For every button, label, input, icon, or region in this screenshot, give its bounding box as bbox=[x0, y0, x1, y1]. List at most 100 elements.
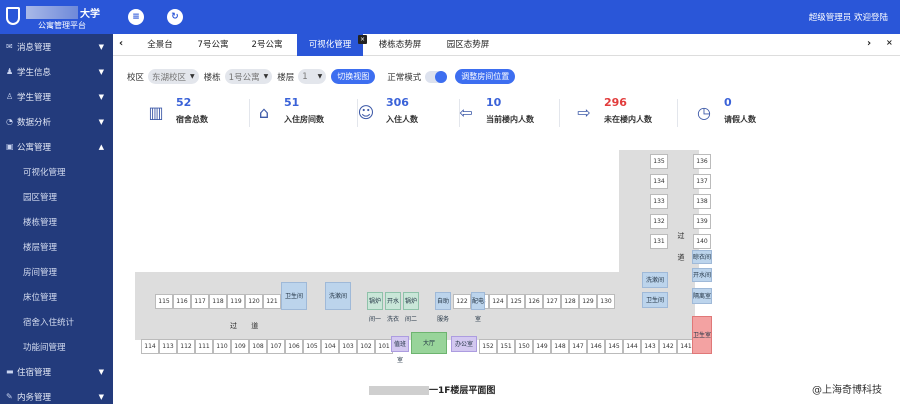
sidebar-item-1[interactable]: ♟ 学生信息 ▼ bbox=[0, 59, 113, 84]
sidebar-subitem-4[interactable]: 房间管理 bbox=[0, 259, 113, 284]
room-cell[interactable]: 113 bbox=[159, 339, 177, 354]
room-cell[interactable]: 124 bbox=[489, 294, 507, 309]
sidebar-item-4[interactable]: ▣ 公寓管理 ▲ bbox=[0, 134, 113, 159]
room-cell[interactable]: 152 bbox=[479, 339, 497, 354]
room-cell[interactable]: 139 bbox=[693, 214, 711, 229]
sidebar-subitem-3[interactable]: 楼层管理 bbox=[0, 234, 113, 259]
tab-building-2[interactable]: 2号公寓 bbox=[241, 34, 293, 56]
boiler-room-2[interactable]: 锅炉间二 bbox=[403, 292, 419, 323]
room-cell[interactable]: 132 bbox=[650, 214, 668, 229]
washroom-block[interactable]: 卫生间 bbox=[281, 282, 307, 310]
room-cell[interactable]: 130 bbox=[597, 294, 615, 309]
room-cell[interactable]: 114 bbox=[141, 339, 159, 354]
tab-close-icon[interactable]: × bbox=[358, 35, 367, 44]
room-cell[interactable]: 135 bbox=[650, 154, 668, 169]
room-cell[interactable]: 144 bbox=[623, 339, 641, 354]
water-room[interactable]: 开水洗衣 bbox=[385, 292, 401, 323]
room-cell[interactable]: 143 bbox=[641, 339, 659, 354]
sidebar-item-3[interactable]: ◔ 数据分析 ▼ bbox=[0, 109, 113, 134]
clinic-room[interactable]: 卫生室 bbox=[692, 316, 712, 354]
room-cell[interactable]: 148 bbox=[551, 339, 569, 354]
tab-building-situation[interactable]: 楼栋态势屏 bbox=[371, 34, 429, 56]
room-cell[interactable]: 112 bbox=[177, 339, 195, 354]
sidebar-item-2[interactable]: ♙ 学生管理 ▼ bbox=[0, 84, 113, 109]
room-cell[interactable]: 136 bbox=[693, 154, 711, 169]
room-cell[interactable]: 150 bbox=[515, 339, 533, 354]
campus-select[interactable]: 东湖校区 ▼ bbox=[148, 69, 199, 84]
drying-room[interactable]: 晾衣间 bbox=[692, 250, 712, 264]
room-cell[interactable]: 145 bbox=[605, 339, 623, 354]
refresh-icon[interactable]: ↻ bbox=[167, 9, 183, 25]
isolation-room[interactable]: 隔离室 bbox=[692, 288, 712, 304]
room-cell[interactable]: 107 bbox=[267, 339, 285, 354]
room-cell[interactable]: 103 bbox=[339, 339, 357, 354]
sidebar-bottom-item-1[interactable]: ✎ 内务管理 ▼ bbox=[0, 384, 113, 409]
room-cell[interactable]: 126 bbox=[525, 294, 543, 309]
user-greeting[interactable]: 超级管理员 欢迎登陆 bbox=[809, 11, 888, 23]
laundry-block[interactable]: 洗漱间 bbox=[325, 282, 351, 310]
room-cell[interactable]: 138 bbox=[693, 194, 711, 209]
tab-close-all-icon[interactable]: × bbox=[886, 38, 893, 47]
room-cell[interactable]: 131 bbox=[650, 234, 668, 249]
room-cell[interactable]: 125 bbox=[507, 294, 525, 309]
room-cell[interactable]: 116 bbox=[173, 294, 191, 309]
room-cell[interactable]: 111 bbox=[195, 339, 213, 354]
office-room[interactable]: 办公室 bbox=[451, 336, 477, 352]
room-cell[interactable]: 137 bbox=[693, 174, 711, 189]
room-cell[interactable]: 147 bbox=[569, 339, 587, 354]
sidebar-item-0[interactable]: ✉ 消息管理 ▼ bbox=[0, 34, 113, 59]
self-service[interactable]: 自助服务 bbox=[435, 292, 451, 323]
room-cell[interactable]: 142 bbox=[659, 339, 677, 354]
switch-view-button[interactable]: 切换视图 bbox=[331, 69, 376, 84]
sidebar-subitem-6[interactable]: 宿舍入住统计 bbox=[0, 309, 113, 334]
tab-campus-situation[interactable]: 园区态势屏 bbox=[439, 34, 497, 56]
tab-building-7[interactable]: 7号公寓 bbox=[187, 34, 239, 56]
sidebar-subitem-1[interactable]: 园区管理 bbox=[0, 184, 113, 209]
room-cell[interactable]: 151 bbox=[497, 339, 515, 354]
side-washroom[interactable]: 卫生间 bbox=[642, 292, 668, 308]
room-cell[interactable]: 146 bbox=[587, 339, 605, 354]
room-cell[interactable]: 109 bbox=[231, 339, 249, 354]
tab-scroll-left-icon[interactable]: ‹ bbox=[119, 38, 123, 49]
hot-water-room[interactable]: 开水间 bbox=[692, 268, 712, 282]
sidebar-bottom-item-0[interactable]: ▬ 住宿管理 ▼ bbox=[0, 359, 113, 384]
room-cell[interactable]: 128 bbox=[561, 294, 579, 309]
sidebar-subitem-0[interactable]: 可视化管理 bbox=[0, 159, 113, 184]
room-cell[interactable]: 119 bbox=[227, 294, 245, 309]
power-room[interactable]: 配电室 bbox=[471, 292, 485, 323]
room-cell[interactable]: 108 bbox=[249, 339, 267, 354]
room-cell[interactable]: 140 bbox=[693, 234, 711, 249]
room-cell[interactable]: 127 bbox=[543, 294, 561, 309]
room-cell[interactable]: 120 bbox=[245, 294, 263, 309]
tab-scroll-right-icon[interactable]: › bbox=[867, 38, 871, 49]
sidebar-subitem-2[interactable]: 楼栋管理 bbox=[0, 209, 113, 234]
room-cell[interactable]: 117 bbox=[191, 294, 209, 309]
tab-overview[interactable]: 全景台 bbox=[135, 34, 185, 56]
mode-toggle[interactable] bbox=[425, 70, 448, 83]
stat-card: ◷ 0 请假人数 bbox=[688, 95, 798, 130]
boiler-room-1[interactable]: 锅炉间一 bbox=[367, 292, 383, 323]
sidebar-subitem-7[interactable]: 功能间管理 bbox=[0, 334, 113, 359]
room-cell[interactable]: 106 bbox=[285, 339, 303, 354]
lobby-hall[interactable]: 大厅 bbox=[411, 332, 447, 354]
duty-room[interactable]: 值班室 bbox=[391, 336, 409, 364]
room-cell[interactable]: 133 bbox=[650, 194, 668, 209]
room-cell[interactable]: 134 bbox=[650, 174, 668, 189]
tab-visual-management[interactable]: 可视化管理 × bbox=[297, 34, 367, 56]
room-cell[interactable]: 129 bbox=[579, 294, 597, 309]
room-cell[interactable]: 149 bbox=[533, 339, 551, 354]
building-select[interactable]: 1号公寓 ▼ bbox=[224, 69, 273, 84]
floor-select[interactable]: 1 ▼ bbox=[298, 69, 327, 84]
adjust-room-position-button[interactable]: 调整房间位置 bbox=[455, 69, 516, 84]
room-cell[interactable]: 110 bbox=[213, 339, 231, 354]
room-cell[interactable]: 121 bbox=[263, 294, 281, 309]
room-cell[interactable]: 104 bbox=[321, 339, 339, 354]
side-laundry[interactable]: 洗漱间 bbox=[642, 272, 668, 288]
room-cell[interactable]: 105 bbox=[303, 339, 321, 354]
hamburger-icon[interactable]: ≡ bbox=[128, 9, 144, 25]
room-cell[interactable]: 102 bbox=[357, 339, 375, 354]
room-cell[interactable]: 115 bbox=[155, 294, 173, 309]
room-cell[interactable]: 122 bbox=[453, 294, 471, 309]
sidebar-subitem-5[interactable]: 床位管理 bbox=[0, 284, 113, 309]
room-cell[interactable]: 118 bbox=[209, 294, 227, 309]
